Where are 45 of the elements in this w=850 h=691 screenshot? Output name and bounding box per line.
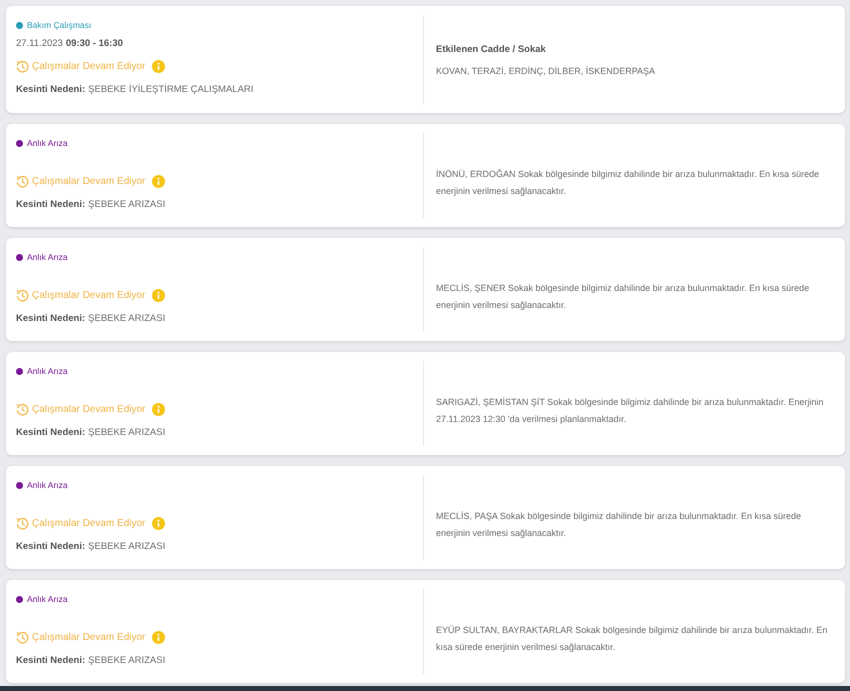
status-text: Çalışmalar Devam Ediyor bbox=[32, 290, 146, 300]
affected-streets-heading: Etkilenen Cadde / Sokak bbox=[436, 42, 546, 56]
clock-icon bbox=[16, 174, 29, 188]
affected-streets: KOVAN, TERAZİ, ERDİNÇ, DİLBER, İSKENDERPAŞA bbox=[436, 64, 656, 78]
category-label: Bakım Çalışması bbox=[27, 20, 92, 30]
status-text: Çalışmalar Devam Ediyor bbox=[32, 60, 146, 72]
clock-icon bbox=[16, 60, 29, 72]
reason-label: Kesinti Nedeni: bbox=[16, 84, 86, 94]
info-icon[interactable] bbox=[152, 174, 166, 188]
reason-label: Kesinti Nedeni: bbox=[16, 198, 86, 210]
reason-label: Kesinti Nedeni: bbox=[16, 654, 86, 666]
reason-label: Kesinti Nedeni: bbox=[16, 540, 86, 552]
category-label: Anlık Arıza bbox=[27, 138, 68, 148]
status-text: Çalışmalar Devam Ediyor bbox=[32, 176, 146, 186]
clock-icon bbox=[16, 516, 29, 530]
reason-label: Kesinti Nedeni: bbox=[16, 426, 86, 438]
reason-value: ŞEBEKE ARIZASI bbox=[88, 540, 166, 552]
outage-description: MECLİS, PAŞA Sokak bölgesinde bilgimiz dahilinde bir arıza bulunmaktadır. En kısa sürede enerjinin verilmesi sağlanacaktır. bbox=[436, 510, 802, 540]
category-label: Anlık Arıza bbox=[27, 252, 68, 262]
status-text: Çalışmalar Devam Ediyor bbox=[32, 518, 146, 528]
category-label: Anlık Arıza bbox=[27, 594, 68, 604]
info-icon[interactable] bbox=[152, 60, 166, 72]
reason-value: ŞEBEKE ARIZASI bbox=[88, 426, 166, 438]
info-icon[interactable] bbox=[152, 402, 166, 416]
reason-value: ŞEBEKE İYİLEŞTİRME ÇALIŞMALARI bbox=[88, 84, 254, 94]
clock-icon bbox=[16, 402, 29, 416]
outage-description: İNÖNÜ, ERDOĞAN Sokak bölgesinde bilgimiz dahilinde bir arıza bulunmaktadır. En kısa sürede enerjinin verilmesi sağlanacaktır. bbox=[436, 168, 820, 198]
reason-label: Kesinti Nedeni: bbox=[16, 312, 86, 324]
clock-icon bbox=[16, 288, 29, 302]
status-text: Çalışmalar Devam Ediyor bbox=[32, 632, 146, 642]
info-icon[interactable] bbox=[152, 516, 166, 530]
clock-icon bbox=[16, 630, 29, 644]
outage-date: 27.11.2023 bbox=[16, 38, 63, 48]
reason-value: ŞEBEKE ARIZASI bbox=[88, 654, 166, 666]
reason-value: ŞEBEKE ARIZASI bbox=[88, 198, 166, 210]
info-icon[interactable] bbox=[152, 288, 166, 302]
outage-time: 09:30 - 16:30 bbox=[66, 38, 123, 48]
category-label: Anlık Arıza bbox=[27, 480, 68, 490]
reason-value: ŞEBEKE ARIZASI bbox=[88, 312, 166, 324]
outage-description: EYÜP SULTAN, BAYRAKTARLAR Sokak bölgesinde bilgimiz dahilinde bir arıza bulunmaktadır. En kısa sürede enerjinin verilmesi sağlanacaktır. bbox=[436, 624, 828, 654]
info-icon[interactable] bbox=[152, 630, 166, 644]
status-text: Çalışmalar Devam Ediyor bbox=[32, 404, 146, 414]
outage-description: MECLİS, ŞENER Sokak bölgesinde bilgimiz dahilinde bir arıza bulunmaktadır. En kısa sürede enerjinin verilmesi sağlanacaktır. bbox=[436, 282, 810, 312]
outage-description: SARIGAZİ, ŞEMİSTAN ŞİT Sokak bölgesinde bilgimiz dahilinde bir arıza bulunmaktadır. Enerjinin 27.11.2023 12:30 'da verilmesi planlanmaktadır. bbox=[436, 396, 824, 426]
category-label: Anlık Arıza bbox=[27, 366, 68, 376]
